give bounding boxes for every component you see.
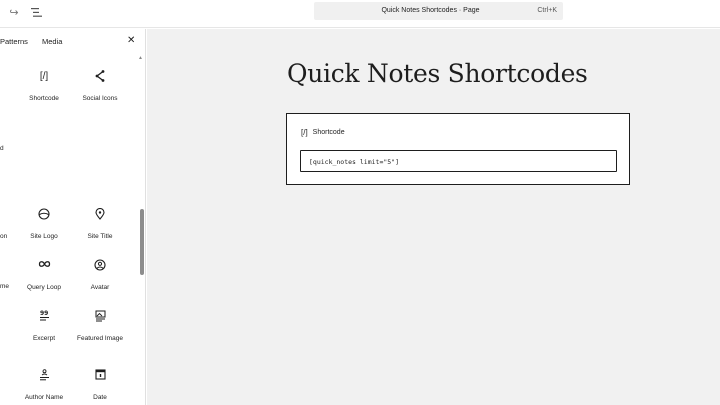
partial-label: on <box>0 233 8 240</box>
block-avatar[interactable]: Avatar <box>74 259 126 292</box>
block-label: Shortcode <box>29 95 59 102</box>
command-palette-bar[interactable]: Quick Notes Shortcodes · Page Ctrl+K <box>314 2 563 20</box>
block-site-title[interactable]: Site Title <box>74 207 126 241</box>
keyboard-shortcut: Ctrl+K <box>537 7 557 14</box>
scrollbar-thumb[interactable] <box>140 209 144 275</box>
calendar-icon <box>74 369 126 383</box>
featured-image-icon <box>74 310 126 324</box>
map-marker-icon <box>74 207 126 222</box>
redo-icon[interactable]: ↪ <box>6 3 22 21</box>
block-excerpt[interactable]: 99 Excerpt <box>18 310 70 343</box>
scroll-up-arrow-icon[interactable]: ▲ <box>138 55 143 61</box>
list-view-icon[interactable] <box>28 3 44 21</box>
block-site-logo[interactable]: Site Logo <box>18 208 70 241</box>
block-featured-image[interactable]: Featured Image <box>74 310 126 343</box>
block-date[interactable]: Date <box>74 369 126 402</box>
block-inserter-sidebar: Patterns Media ✕ ▲ d on me [/] Shortcode… <box>0 29 146 405</box>
partial-label: me <box>0 283 10 290</box>
tab-patterns[interactable]: Patterns <box>0 37 28 46</box>
block-label: Featured Image <box>77 335 123 342</box>
block-author-name[interactable]: Author Name <box>18 369 70 402</box>
block-label: Avatar <box>90 284 110 291</box>
shortcode-block-header: [/] Shortcode <box>301 128 345 137</box>
block-social-icons[interactable]: Social Icons <box>74 70 126 103</box>
author-name-icon <box>18 369 70 383</box>
svg-text:99: 99 <box>40 310 48 317</box>
page-title[interactable]: Quick Notes Shortcodes <box>287 59 588 88</box>
excerpt-icon: 99 <box>18 310 70 324</box>
shortcode-block[interactable]: [/] Shortcode [quick_notes limit="5"] <box>286 113 630 185</box>
block-label: Social Icons <box>82 95 118 102</box>
close-icon[interactable]: ✕ <box>127 36 135 46</box>
block-query-loop[interactable]: Query Loop <box>18 259 70 292</box>
loop-icon <box>18 259 70 273</box>
block-shortcode[interactable]: [/] Shortcode <box>18 70 70 103</box>
avatar-icon <box>74 259 126 273</box>
block-label: Query Loop <box>27 284 61 291</box>
block-label: Site Title <box>87 233 113 240</box>
block-label: Site Logo <box>30 233 58 240</box>
shortcode-icon: [/] <box>301 128 308 137</box>
shortcode-block-label: Shortcode <box>312 129 345 136</box>
partial-label: d <box>0 145 4 152</box>
block-label: Date <box>93 394 107 401</box>
shortcode-input[interactable]: [quick_notes limit="5"] <box>300 150 617 172</box>
shortcode-icon: [/] <box>39 71 49 82</box>
tab-media[interactable]: Media <box>42 37 62 46</box>
block-label: Excerpt <box>32 335 56 342</box>
site-logo-icon <box>18 208 70 222</box>
editor-canvas: Quick Notes Shortcodes [/] Shortcode [qu… <box>147 29 720 405</box>
block-label: Author Name <box>24 394 64 401</box>
inserter-tabs: Patterns Media ✕ <box>0 29 145 55</box>
share-icon <box>74 70 126 84</box>
editor-top-bar: ↪ Quick Notes Shortcodes · Page Ctrl+K <box>0 0 720 28</box>
